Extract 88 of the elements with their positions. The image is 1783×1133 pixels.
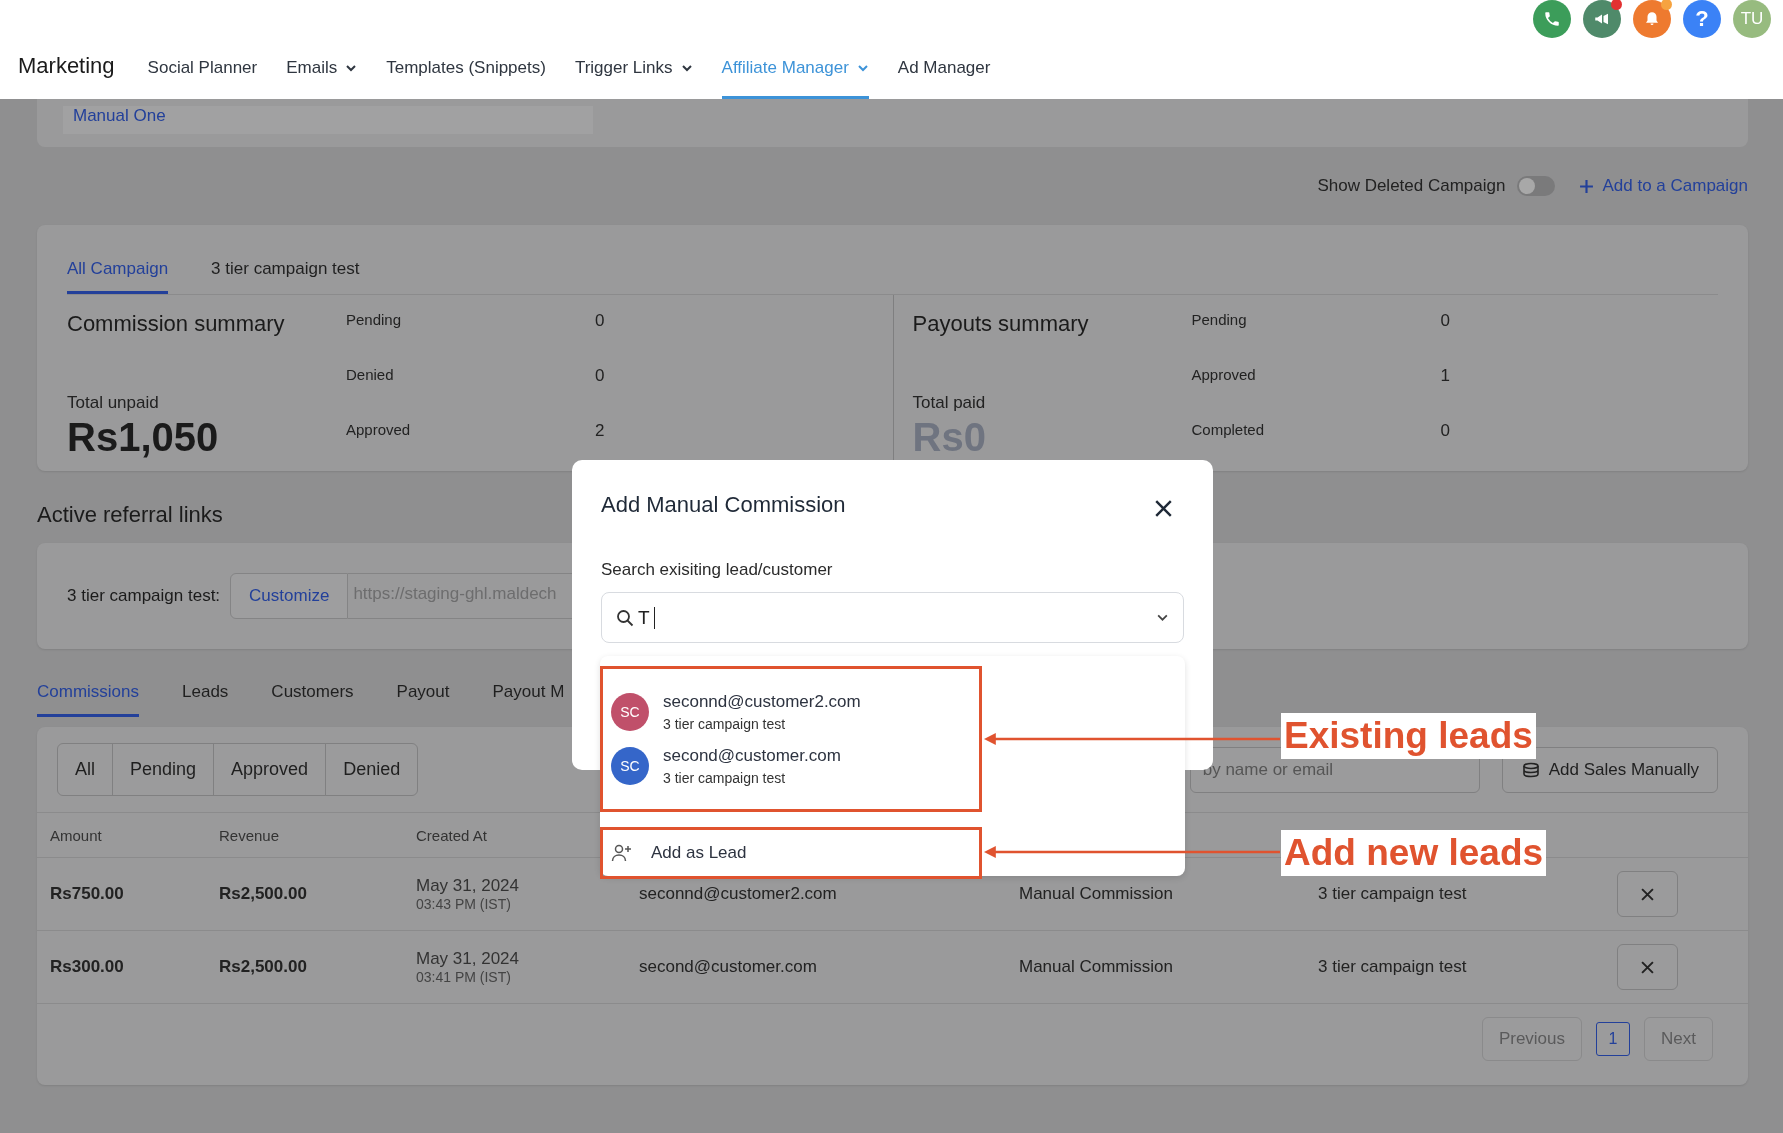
page-button[interactable]: 1 bbox=[1596, 1022, 1631, 1056]
total-amount: Rs1,050 bbox=[67, 414, 220, 461]
search-field[interactable]: T bbox=[601, 592, 1184, 643]
campaign-link[interactable]: Manual One bbox=[63, 106, 593, 134]
status-count: 1 bbox=[1440, 366, 1451, 386]
toggle-label: Show Deleted Campaign bbox=[1317, 176, 1506, 196]
add-person-icon bbox=[611, 843, 633, 863]
campaign-tab[interactable]: All Campaign bbox=[67, 259, 169, 294]
table-cell-text: Manual Commission bbox=[1019, 957, 1174, 977]
delete-button[interactable] bbox=[1617, 871, 1678, 917]
status-count: 0 bbox=[1440, 421, 1451, 441]
status-label: Completed bbox=[1191, 421, 1266, 440]
status-label: Approved bbox=[1191, 366, 1257, 385]
table-cell-text: 3 tier campaign test bbox=[1318, 884, 1468, 904]
help-button[interactable]: ? bbox=[1683, 0, 1721, 38]
table-cell-text: Manual Commission bbox=[1019, 884, 1174, 904]
chevron-down-icon bbox=[345, 62, 358, 74]
filter-button[interactable]: Pending bbox=[112, 743, 215, 796]
section-title: Active referral links bbox=[37, 502, 223, 528]
coins-icon bbox=[1520, 761, 1541, 778]
filter-button[interactable]: All bbox=[57, 743, 113, 796]
delete-button[interactable] bbox=[1617, 944, 1678, 990]
status-count: 0 bbox=[1440, 311, 1451, 331]
section-title: Commission summary bbox=[67, 311, 286, 337]
section-tab[interactable]: Payout M bbox=[492, 682, 565, 717]
chevron-down-icon bbox=[680, 62, 693, 74]
nav-tab[interactable]: Emails bbox=[286, 58, 358, 99]
bell-icon[interactable] bbox=[1633, 0, 1671, 38]
avatar-initials: SC bbox=[611, 693, 649, 731]
date-text: May 31, 2024 bbox=[416, 876, 520, 896]
option-email: seconnd@customer2.com bbox=[663, 692, 861, 712]
close-icon bbox=[1641, 887, 1654, 901]
campaign-tab[interactable]: 3 tier campaign test bbox=[211, 259, 360, 294]
chevron-down-icon bbox=[856, 62, 869, 74]
plus-icon bbox=[1579, 178, 1595, 194]
search-icon bbox=[616, 608, 634, 627]
close-icon[interactable] bbox=[1155, 499, 1172, 517]
table-cell-text: Rs2,500.00 bbox=[219, 884, 308, 904]
status-label: Pending bbox=[1191, 311, 1248, 330]
status-label: Pending bbox=[346, 311, 403, 330]
nav-tab[interactable]: Social Planner bbox=[147, 58, 258, 99]
column-header: Revenue bbox=[219, 826, 281, 844]
nav-tab[interactable]: Templates (Snippets) bbox=[386, 58, 546, 99]
option-campaign: 3 tier campaign test bbox=[663, 716, 787, 732]
lead-option[interactable]: SC seconnd@customer2.com 3 tier campaign test bbox=[611, 692, 979, 732]
total-label: Total paid bbox=[912, 393, 987, 413]
table-cell-text: second@customer.com bbox=[639, 957, 818, 977]
status-count: 2 bbox=[595, 421, 606, 441]
nav-tab[interactable]: Ad Manager bbox=[897, 58, 991, 99]
nav-tab[interactable]: Trigger Links bbox=[574, 58, 693, 99]
status-label: Denied bbox=[346, 366, 395, 385]
add-campaign-link[interactable]: Add to a Campaign bbox=[1579, 176, 1748, 196]
modal-title: Add Manual Commission bbox=[601, 492, 846, 518]
close-icon bbox=[1641, 960, 1654, 974]
time-text: 03:43 PM (IST) bbox=[416, 896, 512, 912]
time-text: 03:41 PM (IST) bbox=[416, 969, 512, 985]
section-tab[interactable]: Customers bbox=[271, 682, 354, 717]
section-tab[interactable]: Payout bbox=[396, 682, 450, 717]
table-cell-text: 3 tier campaign test bbox=[1318, 957, 1468, 977]
status-count: 0 bbox=[595, 366, 606, 386]
annotation-label: Existing leads bbox=[1281, 713, 1536, 759]
total-label: Total unpaid bbox=[67, 393, 160, 413]
table-cell-text: Rs750.00 bbox=[50, 884, 125, 904]
table-cell-text: seconnd@customer2.com bbox=[639, 884, 838, 904]
avatar-initials: SC bbox=[611, 747, 649, 785]
megaphone-icon[interactable] bbox=[1583, 0, 1621, 38]
option-email: second@customer.com bbox=[663, 746, 841, 766]
column-header: Amount bbox=[50, 826, 103, 844]
lead-option[interactable]: SC second@customer.com 3 tier campaign test bbox=[611, 746, 979, 786]
section-tab[interactable]: Leads bbox=[182, 682, 229, 717]
table-cell-text: Rs300.00 bbox=[50, 957, 125, 977]
phone-icon[interactable] bbox=[1533, 0, 1571, 38]
status-label: Approved bbox=[346, 421, 412, 440]
annotation-label: Add new leads bbox=[1281, 830, 1547, 876]
date-text: May 31, 2024 bbox=[416, 949, 520, 969]
filter-button[interactable]: Denied bbox=[325, 743, 419, 796]
section-tab[interactable]: Commissions bbox=[37, 682, 140, 717]
toggle-switch[interactable] bbox=[1517, 176, 1556, 196]
link-label: 3 tier campaign test: bbox=[67, 586, 221, 606]
table-cell-text: Rs2,500.00 bbox=[219, 957, 308, 977]
filter-button[interactable]: Approved bbox=[213, 743, 327, 796]
customize-button[interactable]: Customize bbox=[230, 573, 349, 619]
status-count: 0 bbox=[595, 311, 606, 331]
app-title: Marketing bbox=[18, 53, 115, 80]
option-campaign: 3 tier campaign test bbox=[663, 770, 787, 786]
column-header: Created At bbox=[416, 826, 488, 844]
add-lead-option[interactable]: Add as Lead bbox=[603, 843, 747, 863]
section-title: Payouts summary bbox=[912, 311, 1090, 337]
